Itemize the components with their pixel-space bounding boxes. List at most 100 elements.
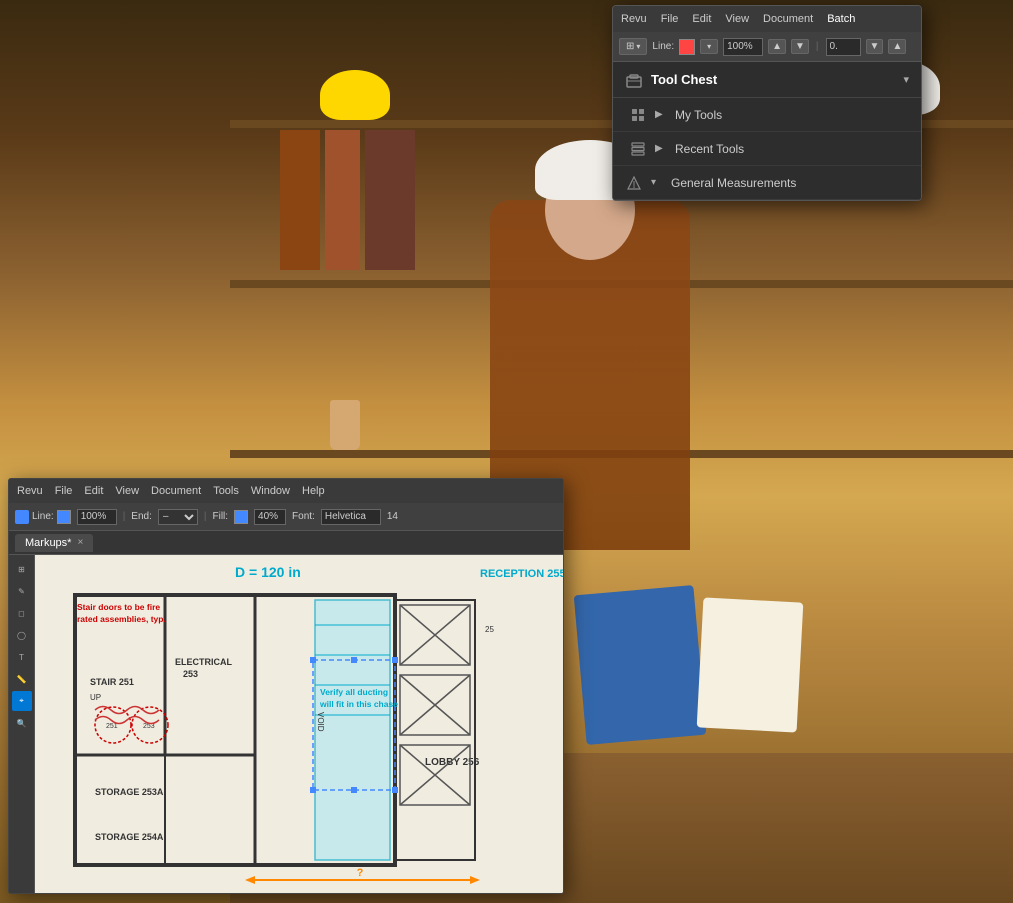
menu-file-main[interactable]: File [661, 13, 679, 25]
general-measurements-item[interactable]: ▾ General Measurements [613, 166, 921, 200]
toolbar-sep1: | [123, 511, 126, 522]
svg-text:rated assemblies, typ.: rated assemblies, typ. [77, 614, 166, 624]
tool-chest-title: Tool Chest [651, 72, 895, 87]
tool-chest-header[interactable]: Tool Chest ▾ [613, 62, 921, 98]
font-input-bg[interactable] [321, 509, 381, 525]
my-tools-arrow: ▶ [655, 109, 667, 120]
sidebar-tool-3[interactable]: ◻ [12, 603, 32, 623]
toolbar-background[interactable]: Line: | End: – | Fill: Font: 14 [9, 503, 563, 531]
svg-text:Verify all ducting: Verify all ducting [320, 687, 388, 697]
menu-revu-main[interactable]: Revu [621, 13, 647, 25]
grid-tools-icon [631, 108, 645, 122]
toolbar-pen-bg: Line: [15, 510, 71, 524]
general-measurements-label: General Measurements [671, 176, 796, 190]
recent-tools-icon [629, 140, 647, 158]
toolbar-size-label: 14 [387, 511, 398, 522]
svg-text:VOID: VOID [316, 712, 325, 732]
toolbar-font-label: Font: [292, 511, 315, 522]
sidebar-tool-8[interactable]: 🔍 [12, 713, 32, 733]
sidebar-tool-active[interactable]: ⌖ [12, 691, 32, 711]
svg-text:UP: UP [90, 693, 101, 702]
tool-chest-panel: Tool Chest ▾ ▶ My Tools [613, 62, 921, 200]
chevron-line-icon: ▾ [707, 42, 711, 51]
menu-view-bg[interactable]: View [115, 485, 139, 497]
svg-text:Stair doors to be fire: Stair doors to be fire [77, 602, 160, 612]
svg-text:ELECTRICAL: ELECTRICAL [175, 657, 232, 667]
recent-tools-arrow: ▶ [655, 143, 667, 154]
toolbar-fill-label: Fill: [212, 511, 228, 522]
menu-edit-bg[interactable]: Edit [84, 485, 103, 497]
sidebar-tool-5[interactable]: T [12, 647, 32, 667]
menu-document-bg[interactable]: Document [151, 485, 201, 497]
fill-percent-bg[interactable] [254, 509, 286, 525]
menubar-main: Revu File Edit View Document Batch [613, 6, 921, 32]
menu-window-bg[interactable]: Window [251, 485, 290, 497]
svg-text:251: 251 [106, 723, 118, 730]
end-select-bg[interactable]: – [158, 509, 198, 525]
svg-text:LOBBY 256: LOBBY 256 [425, 757, 480, 768]
measure-icon [627, 176, 641, 190]
zoom-input-main[interactable] [723, 38, 763, 56]
my-tools-item[interactable]: ▶ My Tools [613, 98, 921, 132]
svg-text:253: 253 [183, 669, 198, 679]
layers-icon [631, 142, 645, 156]
width-input-main[interactable] [826, 38, 861, 56]
measurements-arrow: ▾ [651, 177, 663, 188]
toolbar-line-label: Line: [652, 41, 674, 52]
svg-text:25: 25 [485, 625, 494, 634]
zoom-up-btn[interactable]: ▲ [768, 39, 786, 54]
svg-text:STAIR 251: STAIR 251 [90, 677, 134, 687]
menu-tools-bg[interactable]: Tools [213, 485, 239, 497]
my-tools-label: My Tools [675, 108, 722, 122]
menu-file-bg[interactable]: File [55, 485, 73, 497]
svg-text:?: ? [357, 867, 364, 879]
toolbar-grid-btn[interactable]: ⊞ ▾ [619, 38, 647, 55]
revu-window-background: Revu File Edit View Document Tools Windo… [8, 478, 564, 894]
fill-checkbox-bg [234, 510, 248, 524]
svg-text:STORAGE 253A: STORAGE 253A [95, 787, 164, 797]
line-color-btn[interactable]: ▾ [700, 39, 718, 54]
toolbox-icon [626, 72, 642, 88]
menu-revu-bg[interactable]: Revu [17, 485, 43, 497]
sidebar-tool-6[interactable]: 📏 [12, 669, 32, 689]
sidebar-tool-4[interactable]: ◯ [12, 625, 32, 645]
line-color-swatch [679, 39, 695, 55]
svg-text:will fit in this chase: will fit in this chase [319, 699, 398, 709]
tab-close-button[interactable]: × [77, 537, 83, 548]
line-color-bg [57, 510, 71, 524]
tool-chest-header-icon [625, 71, 643, 89]
tab-markups-label: Markups* [25, 537, 71, 549]
width-down-btn[interactable]: ▼ [866, 39, 884, 54]
grid-icon: ⊞ [626, 41, 634, 52]
revu-window-main: Revu File Edit View Document Batch ⊞ ▾ L… [612, 5, 922, 201]
recent-tools-item[interactable]: ▶ Recent Tools [613, 132, 921, 166]
recent-tools-label: Recent Tools [675, 142, 744, 156]
toolbar-separator: | [816, 41, 819, 52]
sidebar-tool-1[interactable]: ⊞ [12, 559, 32, 579]
left-sidebar-tools: ⊞ ✎ ◻ ◯ T 📏 ⌖ 🔍 [9, 555, 35, 893]
tab-markups[interactable]: Markups* × [15, 534, 93, 552]
svg-text:D = 120 in: D = 120 in [235, 564, 301, 580]
chevron-icon: ▾ [636, 42, 640, 51]
menu-batch-main[interactable]: Batch [827, 13, 855, 25]
sidebar-tool-2[interactable]: ✎ [12, 581, 32, 601]
zoom-input-bg[interactable] [77, 509, 117, 525]
tool-chest-chevron-icon: ▾ [903, 73, 909, 86]
tab-bar-background: Markups* × [9, 531, 563, 555]
menu-edit-main[interactable]: Edit [692, 13, 711, 25]
svg-text:STORAGE 254A: STORAGE 254A [95, 832, 164, 842]
blueprint-drawing-area: D = 120 in RECEPTION 255 [35, 555, 563, 893]
measurements-icon [625, 174, 643, 192]
toolbar-sep2: | [204, 511, 207, 522]
width-up-btn[interactable]: ▲ [888, 39, 906, 54]
blueprint-svg: D = 120 in RECEPTION 255 [35, 555, 563, 893]
menu-help-bg[interactable]: Help [302, 485, 325, 497]
menubar-background[interactable]: Revu File Edit View Document Tools Windo… [9, 479, 563, 503]
toolbar-end-label: End: [131, 511, 152, 522]
menu-document-main[interactable]: Document [763, 13, 813, 25]
zoom-down-btn[interactable]: ▼ [791, 39, 809, 54]
menu-view-main[interactable]: View [725, 13, 749, 25]
svg-text:RECEPTION 255: RECEPTION 255 [480, 568, 563, 580]
pen-icon [15, 510, 29, 524]
line-label-bg: Line: [32, 511, 54, 522]
